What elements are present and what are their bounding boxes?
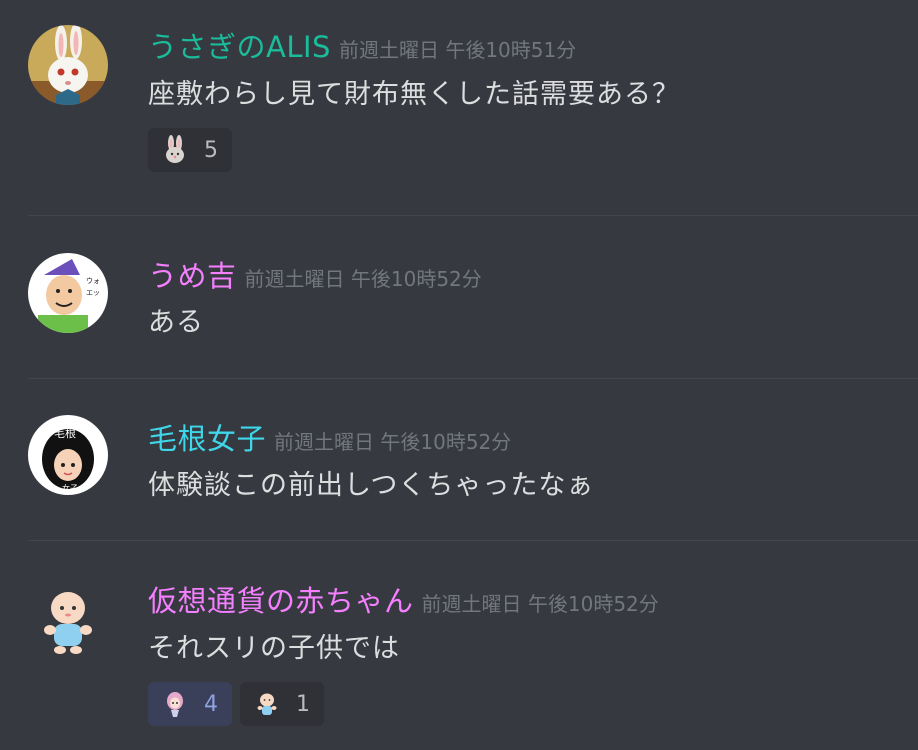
reaction-count: 5 xyxy=(204,137,218,163)
message-divider xyxy=(28,540,918,541)
message-content: ある xyxy=(148,307,204,338)
svg-text:ウォ: ウォ xyxy=(86,277,100,285)
reaction-bar: 5 xyxy=(148,128,232,172)
rabbit-face-icon xyxy=(160,135,190,165)
message-divider xyxy=(28,378,918,379)
reaction-count: 4 xyxy=(204,691,218,717)
message-header: うめ吉 前週土曜日 午後10時52分 xyxy=(148,253,482,295)
hair-girl-avatar-icon[interactable]: 毛根 女子 xyxy=(28,415,108,495)
message-divider xyxy=(28,215,918,216)
svg-text:女子: 女子 xyxy=(62,483,78,493)
old-man-avatar-icon[interactable]: ウォ エッ xyxy=(28,253,108,333)
timestamp: 前週土曜日 午後10時52分 xyxy=(244,267,482,291)
pink-hair-girl-icon xyxy=(160,689,190,719)
timestamp: 前週土曜日 午後10時52分 xyxy=(274,430,512,454)
message-content: それスリの子供では xyxy=(148,633,400,664)
timestamp: 前週土曜日 午後10時52分 xyxy=(421,592,659,616)
message-header: 毛根女子 前週土曜日 午後10時52分 xyxy=(148,416,511,458)
username[interactable]: うさぎのALIS xyxy=(148,30,331,64)
baby-icon xyxy=(252,689,282,719)
rabbit-avatar-icon[interactable] xyxy=(28,25,108,105)
reaction-button[interactable]: 1 xyxy=(240,682,324,726)
message-list: うさぎのALIS 前週土曜日 午後10時51分 座敷わらし見て財布無くした話需要あ… xyxy=(0,0,918,750)
baby-avatar-icon[interactable] xyxy=(28,578,108,658)
username[interactable]: 仮想通貨の赤ちゃん xyxy=(148,584,414,618)
reaction-count: 1 xyxy=(296,691,310,717)
timestamp: 前週土曜日 午後10時51分 xyxy=(338,38,577,62)
username[interactable]: 毛根女子 xyxy=(148,422,266,456)
message-content: 座敷わらし見て財布無くした話需要ある？ xyxy=(148,79,680,110)
message-header: 仮想通貨の赤ちゃん 前週土曜日 午後10時52分 xyxy=(148,578,659,620)
reaction-button[interactable]: 4 xyxy=(148,682,232,726)
reaction-button[interactable]: 5 xyxy=(148,128,232,172)
message-content: 体験談この前出しつくちゃったなぁ xyxy=(148,470,595,501)
message-header: うさぎのALIS 前週土曜日 午後10時51分 xyxy=(148,24,576,66)
svg-text:毛根: 毛根 xyxy=(54,426,76,440)
svg-text:エッ: エッ xyxy=(86,289,100,297)
username[interactable]: うめ吉 xyxy=(148,259,237,293)
reaction-bar: 4 1 xyxy=(148,682,324,726)
